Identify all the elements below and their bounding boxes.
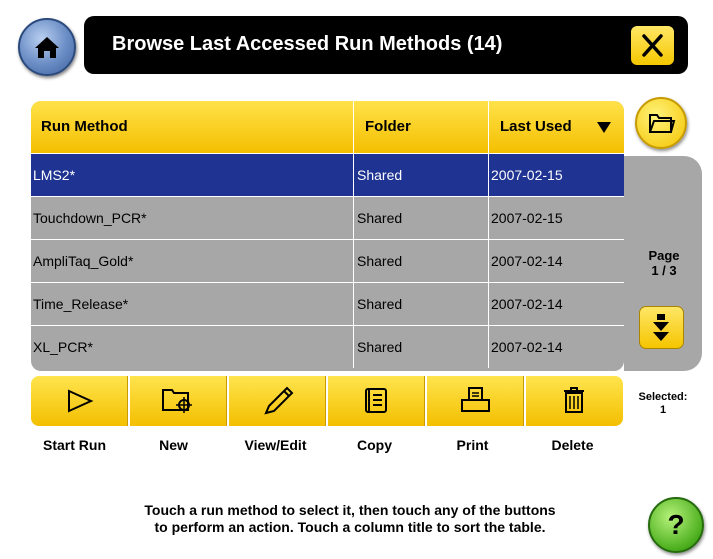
column-divider [488, 326, 489, 368]
copy-icon [365, 388, 387, 413]
page-down-icon [653, 314, 669, 341]
column-header-folder[interactable]: Folder [365, 101, 411, 153]
selected-label: Selected: [638, 391, 688, 403]
selected-count: Selected: 1 [633, 391, 693, 417]
column-divider [488, 240, 489, 282]
row-method: Time_Release* [33, 296, 129, 312]
sort-descending-icon [597, 122, 611, 133]
table-header: Run Method Folder Last Used [31, 101, 624, 153]
help-icon: ? [667, 509, 685, 540]
page-title: Browse Last Accessed Run Methods (14) [112, 33, 503, 55]
trash-icon [564, 387, 584, 413]
row-method: LMS2* [33, 167, 76, 183]
column-divider [488, 197, 489, 239]
print-label: Print [456, 437, 489, 453]
row-last-used: 2007-02-15 [491, 167, 563, 183]
instruction-line-2: to perform an action. Touch a column tit… [154, 519, 546, 535]
table-row[interactable]: AmpliTaq_Gold* Shared 2007-02-14 [31, 239, 624, 282]
close-icon [642, 34, 663, 57]
row-method: AmpliTaq_Gold* [33, 253, 134, 269]
home-icon [35, 37, 59, 58]
column-divider [353, 101, 354, 153]
delete-label: Delete [551, 437, 594, 453]
column-divider [488, 101, 489, 153]
row-method: Touchdown_PCR* [33, 210, 147, 226]
row-folder: Shared [357, 167, 403, 183]
print-button[interactable] [427, 376, 524, 426]
home-button[interactable] [18, 18, 76, 76]
column-divider [353, 154, 354, 196]
row-last-used: 2007-02-14 [491, 339, 563, 355]
column-divider [488, 283, 489, 325]
help-button[interactable]: ? [648, 497, 704, 553]
page-down-button[interactable] [639, 306, 684, 349]
column-divider [353, 197, 354, 239]
new-label: New [159, 437, 188, 453]
column-divider [353, 240, 354, 282]
table-row[interactable]: Time_Release* Shared 2007-02-14 [31, 282, 624, 325]
run-methods-table: Run Method Folder Last Used LMS2* Shared… [31, 101, 624, 371]
page-indicator: Page 1 / 3 [640, 248, 688, 278]
page-value: 1 / 3 [651, 263, 677, 278]
row-folder: Shared [357, 339, 403, 355]
close-button[interactable] [629, 24, 676, 67]
printer-icon [461, 387, 490, 412]
folder-button[interactable] [635, 97, 687, 149]
view-edit-button[interactable] [229, 376, 326, 426]
table-row[interactable]: LMS2* Shared 2007-02-15 [31, 153, 624, 196]
column-divider [353, 326, 354, 368]
table-row[interactable]: Touchdown_PCR* Shared 2007-02-15 [31, 196, 624, 239]
row-last-used: 2007-02-14 [491, 253, 563, 269]
instruction-line-1: Touch a run method to select it, then to… [144, 502, 556, 518]
row-folder: Shared [357, 253, 403, 269]
row-last-used: 2007-02-14 [491, 296, 563, 312]
row-last-used: 2007-02-15 [491, 210, 563, 226]
row-folder: Shared [357, 210, 403, 226]
table-row[interactable]: XL_PCR* Shared 2007-02-14 [31, 325, 624, 368]
column-divider [488, 154, 489, 196]
start-run-button[interactable] [31, 376, 128, 426]
row-folder: Shared [357, 296, 403, 312]
column-header-run-method[interactable]: Run Method [41, 101, 128, 153]
folder-icon [649, 114, 676, 133]
selected-value: 1 [659, 404, 667, 416]
row-method: XL_PCR* [33, 339, 93, 355]
instruction-text: Touch a run method to select it, then to… [70, 502, 630, 536]
copy-label: Copy [357, 437, 392, 453]
delete-button[interactable] [526, 376, 623, 426]
action-toolbar [31, 376, 624, 428]
page-label: Page [648, 248, 680, 263]
new-folder-icon [162, 389, 192, 413]
column-divider [353, 283, 354, 325]
start-run-label: Start Run [43, 437, 106, 453]
pencil-icon [264, 386, 294, 415]
column-header-last-used[interactable]: Last Used [500, 101, 572, 153]
view-edit-label: View/Edit [244, 437, 307, 453]
new-button[interactable] [130, 376, 227, 426]
copy-button[interactable] [328, 376, 425, 426]
play-icon [68, 389, 94, 413]
